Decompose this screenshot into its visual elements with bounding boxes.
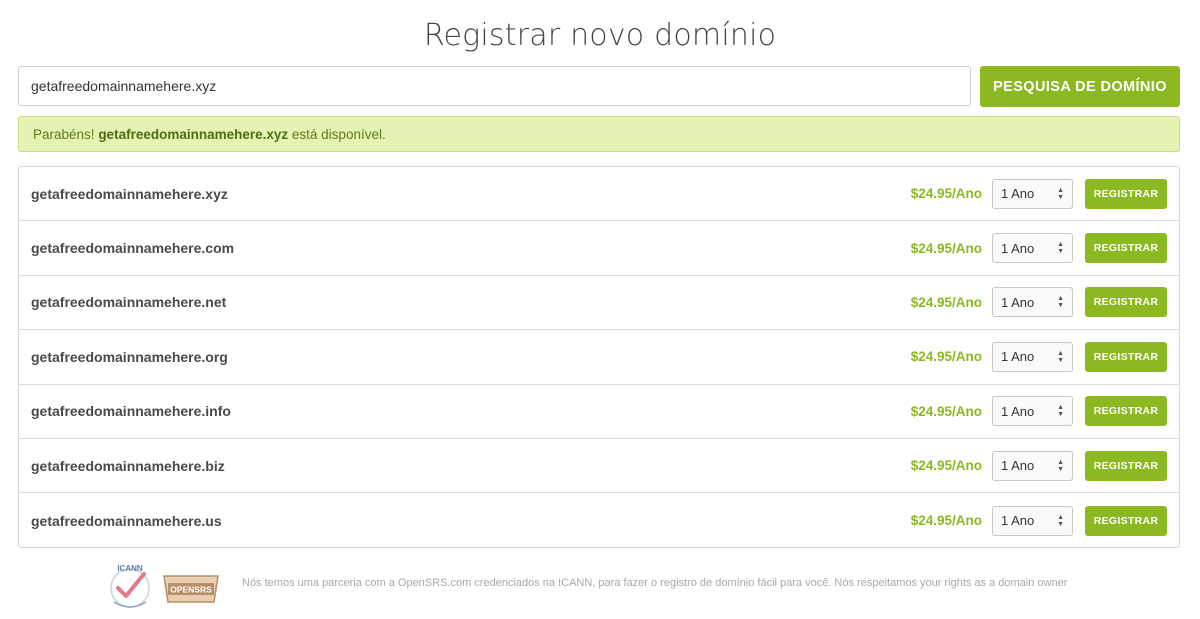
alert-suffix: está disponível. [291,126,386,142]
domain-name: getafreedomainnamehere.us [31,512,222,529]
up-down-chevron-icon: ▲ ▼ [1057,295,1064,310]
alert-domain: getafreedomainnamehere.xyz [98,126,289,142]
domain-result-row: getafreedomainnamehere.net $24.95/Ano 1 … [19,276,1179,331]
domain-name: getafreedomainnamehere.info [31,403,231,420]
up-down-chevron-icon: ▲ ▼ [1057,186,1064,201]
period-value: 1 Ano [1001,294,1035,310]
domain-price: $24.95/Ano [910,403,982,419]
opensrs-logo-icon: OPENSRS [163,575,219,603]
domain-results-list: getafreedomainnamehere.xyz $24.95/Ano 1 … [18,166,1180,548]
period-value: 1 Ano [1001,186,1035,202]
domain-result-row: getafreedomainnamehere.info $24.95/Ano 1… [19,385,1179,439]
domain-price: $24.95/Ano [910,513,982,529]
domain-price: $24.95/Ano [910,458,982,474]
register-button[interactable]: REGISTRAR [1085,450,1167,481]
domain-result-row: getafreedomainnamehere.org $24.95/Ano 1 … [19,330,1179,385]
up-down-chevron-icon: ▲ ▼ [1057,404,1064,419]
domain-price: $24.95/Ano [910,349,982,365]
period-select[interactable]: 1 Ano ▲ ▼ [992,233,1073,264]
domain-search-button[interactable]: PESQUISA DE DOMÍNIO [980,66,1180,107]
icann-logo-text: ICANN [117,564,143,573]
footer-partnership-text: Nós temos uma parceria com a OpenSRS.com… [242,577,1068,589]
domain-search-input[interactable] [18,66,971,106]
period-value: 1 Ano [1001,403,1035,419]
up-down-chevron-icon: ▲ ▼ [1057,513,1064,528]
period-value: 1 Ano [1001,458,1035,474]
period-select[interactable]: 1 Ano ▲ ▼ [992,287,1073,318]
alert-prefix: Parabéns! [33,126,95,142]
period-value: 1 Ano [1001,349,1035,365]
domain-name: getafreedomainnamehere.net [31,294,227,311]
register-button[interactable]: REGISTRAR [1085,178,1167,209]
period-select[interactable]: 1 Ano ▲ ▼ [992,396,1073,427]
domain-name: getafreedomainnamehere.biz [31,457,225,474]
up-down-chevron-icon: ▲ ▼ [1057,349,1064,364]
up-down-chevron-icon: ▲ ▼ [1057,241,1064,256]
register-button[interactable]: REGISTRAR [1085,287,1167,318]
domain-result-row: getafreedomainnamehere.xyz $24.95/Ano 1 … [19,167,1179,222]
domain-price: $24.95/Ano [910,240,982,256]
domain-name: getafreedomainnamehere.org [31,348,228,365]
register-button[interactable]: REGISTRAR [1085,341,1167,372]
period-select[interactable]: 1 Ano ▲ ▼ [992,178,1073,209]
period-value: 1 Ano [1001,513,1035,529]
domain-result-row: getafreedomainnamehere.us $24.95/Ano 1 A… [19,493,1179,547]
domain-result-row: getafreedomainnamehere.biz $24.95/Ano 1 … [19,439,1179,494]
period-value: 1 Ano [1001,240,1035,256]
up-down-chevron-icon: ▲ ▼ [1057,458,1064,473]
register-button[interactable]: REGISTRAR [1085,505,1167,536]
domain-name: getafreedomainnamehere.xyz [31,185,228,202]
icann-accredited-logo-icon: ICANN [110,564,150,608]
availability-alert: Parabéns! getafreedomainnamehere.xyz est… [18,116,1180,152]
domain-price: $24.95/Ano [910,294,982,310]
period-select[interactable]: 1 Ano ▲ ▼ [992,341,1073,372]
domain-price: $24.95/Ano [910,186,982,202]
footer: ICANN OPENSRS Nós temos uma parceria com… [0,556,1200,619]
page-title: Registrar novo domínio [423,18,777,53]
domain-result-row: getafreedomainnamehere.com $24.95/Ano 1 … [19,221,1179,276]
domain-name: getafreedomainnamehere.com [31,240,235,257]
period-select[interactable]: 1 Ano ▲ ▼ [992,450,1073,481]
opensrs-logo-text: OPENSRS [170,585,212,595]
register-button[interactable]: REGISTRAR [1085,396,1167,427]
period-select[interactable]: 1 Ano ▲ ▼ [992,505,1073,536]
register-button[interactable]: REGISTRAR [1085,233,1167,264]
